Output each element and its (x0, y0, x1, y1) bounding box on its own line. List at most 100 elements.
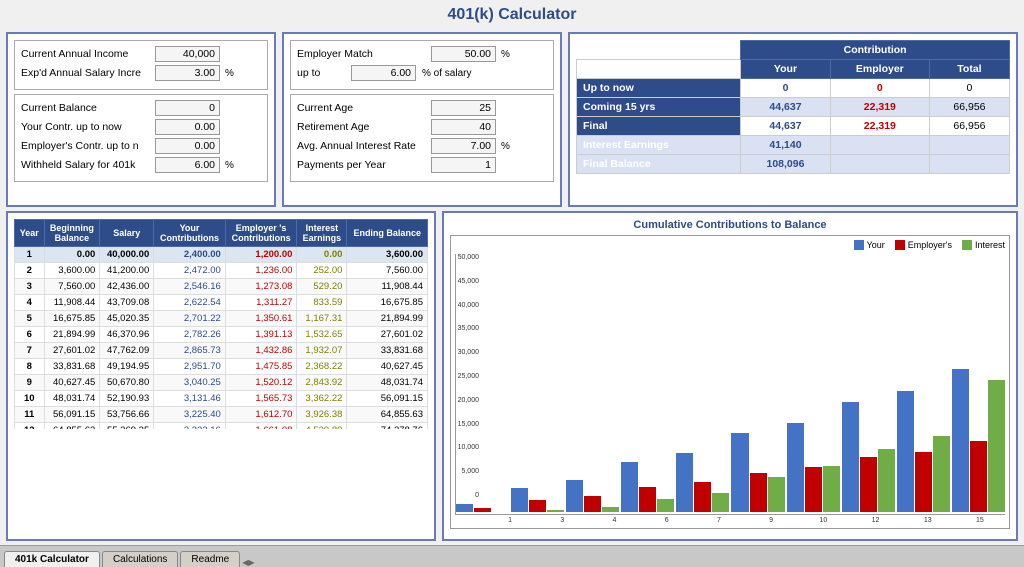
withheld-salary-input[interactable] (155, 157, 220, 173)
bar-group (842, 402, 895, 512)
bar-group (621, 462, 674, 512)
tab-calculations[interactable]: Calculations (102, 551, 178, 567)
employer-match-input[interactable] (431, 46, 496, 62)
employer-bar (694, 482, 711, 512)
your-contrib-label: Your Contr. up to now (21, 121, 151, 133)
table-cell: 529.20 (297, 279, 347, 295)
interest-pct-sign: % (501, 141, 510, 152)
table-cell: 74,378.76 (347, 423, 428, 430)
col-total: Total (929, 60, 1009, 79)
interest-rate-input[interactable] (431, 138, 496, 154)
table-cell: 3,225.40 (154, 407, 226, 423)
table-cell: 833.59 (297, 295, 347, 311)
val-coming-total: 66,956 (929, 98, 1009, 117)
chart-panel: Cumulative Contributions to Balance Your… (442, 211, 1018, 541)
tab-401k[interactable]: 401k Calculator (4, 551, 100, 567)
val-interest: 41,140 (741, 136, 831, 155)
withheld-pct-sign: % (225, 160, 234, 171)
current-balance-label: Current Balance (21, 102, 151, 114)
table-cell: 5 (15, 311, 45, 327)
employer-contrib-input[interactable] (155, 138, 220, 154)
table-cell: 50,670.80 (100, 375, 154, 391)
retirement-age-input[interactable] (431, 119, 496, 135)
table-cell: 2,843.92 (297, 375, 347, 391)
table-cell: 3,362.22 (297, 391, 347, 407)
row-interest: Interest Earnings (577, 136, 741, 155)
your-bar (511, 488, 528, 512)
table-cell: 6 (15, 327, 45, 343)
current-income-input[interactable] (155, 46, 220, 62)
chart-x-axis: 13467910121315 (455, 517, 1005, 524)
interest-bar (547, 510, 564, 512)
table-cell: 11 (15, 407, 45, 423)
y-label: 50,000 (458, 254, 479, 261)
y-label: 35,000 (458, 325, 479, 332)
salary-pct-sign: % (225, 68, 234, 79)
table-cell: 2,865.73 (154, 343, 226, 359)
x-label: 10 (798, 517, 848, 524)
x-label: 3 (537, 517, 587, 524)
legend-interest-box (962, 240, 972, 250)
legend-employer-label: Employer's (908, 240, 952, 250)
table-cell: 3,131.46 (154, 391, 226, 407)
y-label: 15,000 (458, 421, 479, 428)
table-cell: 1,236.00 (225, 263, 297, 279)
employer-bar (639, 487, 656, 512)
bar-group (897, 391, 950, 512)
table-cell: 56,091.15 (347, 391, 428, 407)
table-cell: 48,031.74 (44, 391, 100, 407)
table-cell: 252.00 (297, 263, 347, 279)
up-to-label: up to (297, 67, 347, 79)
your-contrib-input[interactable] (155, 119, 220, 135)
your-bar (676, 453, 693, 512)
legend-your-label: Your (867, 240, 885, 250)
table-cell: 2 (15, 263, 45, 279)
table-cell: 7,560.00 (44, 279, 100, 295)
th-ending: Ending Balance (347, 220, 428, 247)
bar-group (952, 369, 1005, 512)
tab-readme[interactable]: Readme (180, 551, 240, 567)
interest-rate-label: Avg. Annual Interest Rate (297, 140, 427, 152)
table-cell: 3,600.00 (347, 247, 428, 263)
current-balance-input[interactable] (155, 100, 220, 116)
up-to-suffix: % of salary (422, 68, 471, 79)
table-cell: 1,475.85 (225, 359, 297, 375)
table-cell: 3 (15, 279, 45, 295)
employer-match-pct: % (501, 49, 510, 60)
x-label: 1 (485, 517, 535, 524)
table-cell: 9 (15, 375, 45, 391)
current-income-label: Current Annual Income (21, 48, 151, 60)
table-cell: 1,532.65 (297, 327, 347, 343)
interest-bar (823, 466, 840, 512)
payments-per-year-input[interactable] (431, 157, 496, 173)
row-coming: Coming 15 yrs (577, 98, 741, 117)
employer-bar (970, 441, 987, 512)
y-label: 30,000 (458, 349, 479, 356)
your-bar (787, 423, 804, 512)
payments-per-year-label: Payments per Year (297, 159, 427, 171)
legend-employer: Employer's (895, 240, 952, 250)
x-label: 12 (850, 517, 900, 524)
your-bar (621, 462, 638, 512)
x-label: 6 (642, 517, 692, 524)
your-bar (842, 402, 859, 512)
table-cell: 3,322.16 (154, 423, 226, 430)
table-cell: 55,369.35 (100, 423, 154, 430)
y-label: 20,000 (458, 397, 479, 404)
table-cell: 40,627.45 (44, 375, 100, 391)
current-age-input[interactable] (431, 100, 496, 116)
table-cell: 49,194.95 (100, 359, 154, 375)
table-cell: 2,782.26 (154, 327, 226, 343)
table-cell: 0.00 (44, 247, 100, 263)
table-cell: 16,675.85 (347, 295, 428, 311)
table-cell: 2,701.22 (154, 311, 226, 327)
y-label: 25,000 (458, 373, 479, 380)
table-cell: 1,932.07 (297, 343, 347, 359)
up-to-input[interactable] (351, 65, 416, 81)
legend-your: Your (854, 240, 885, 250)
salary-increase-input[interactable] (155, 65, 220, 81)
table-cell: 43,709.08 (100, 295, 154, 311)
bar-group (787, 423, 840, 512)
interest-bar (933, 436, 950, 512)
employer-bar (750, 473, 767, 512)
